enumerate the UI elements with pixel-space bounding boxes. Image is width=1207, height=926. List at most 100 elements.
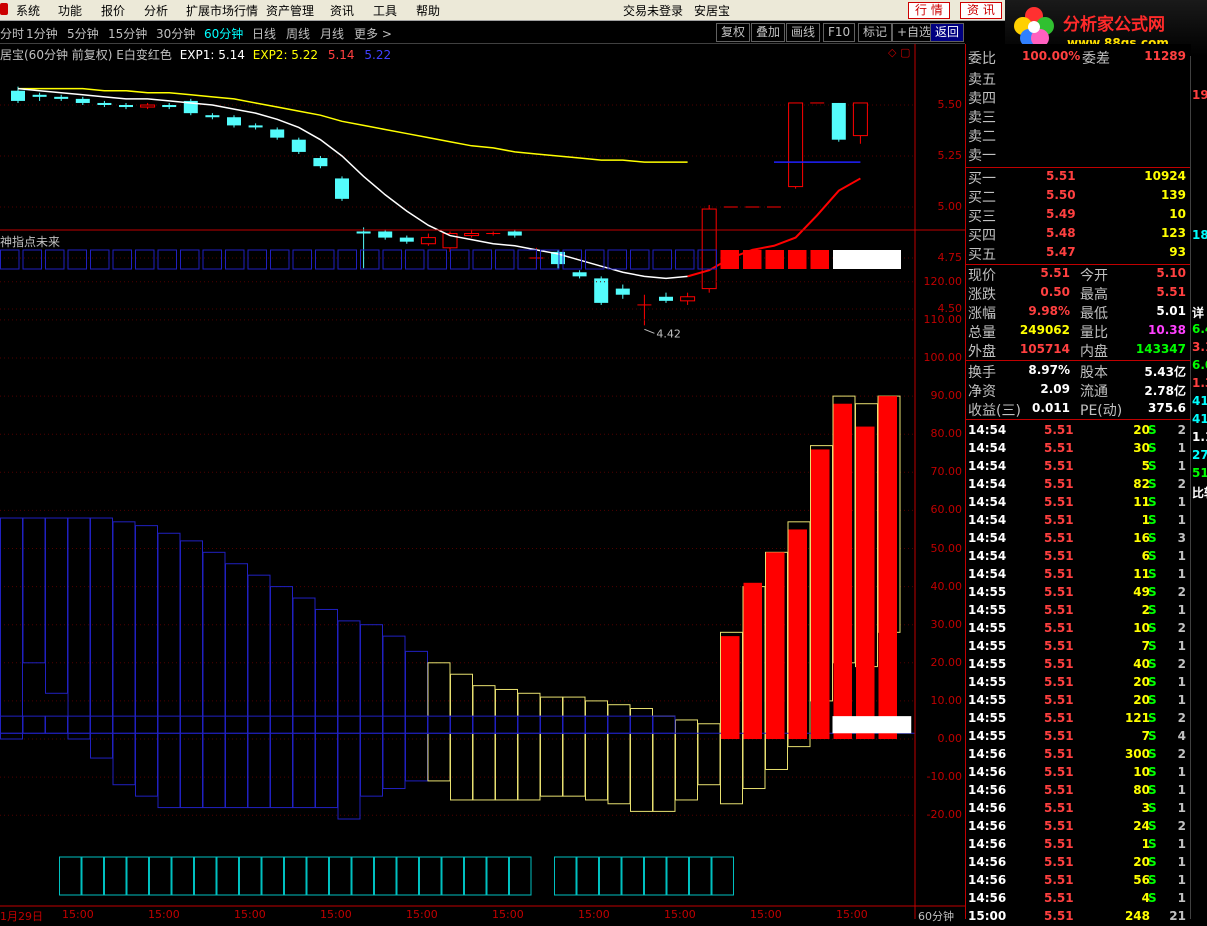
bottom-signal-box — [689, 856, 712, 896]
adjust-button[interactable]: 复权 — [716, 23, 751, 42]
news-button[interactable]: 资 讯 — [960, 2, 1002, 19]
candle-body-down — [659, 296, 673, 301]
tick-side: S — [1148, 531, 1157, 545]
tick-side: S — [1148, 783, 1157, 797]
bottom-signal-box — [396, 856, 419, 896]
stat-value: 5.51 — [1156, 285, 1186, 299]
commission-diff-value: 11289 — [1144, 49, 1186, 63]
bottom-signal-box — [599, 856, 622, 896]
candle-body-down — [162, 105, 177, 108]
tick-side: S — [1148, 657, 1157, 671]
tick-count: 1 — [1177, 567, 1186, 581]
commission-ratio-value: 100.00% — [1022, 49, 1081, 63]
stat-row: 现价 5.51 今开 5.10 — [968, 265, 1188, 284]
zero-band-cell — [652, 715, 676, 734]
tick-price: 5.51 — [1044, 909, 1074, 923]
tick-price: 5.51 — [1044, 783, 1074, 797]
indicator-axis-label: 70.00 — [930, 465, 963, 479]
tick-row: 14:55 5.51 10 S 2 — [968, 620, 1188, 638]
bid-price: 5.51 — [1046, 169, 1076, 183]
menu-system[interactable]: 系统 — [16, 2, 40, 19]
period-30min[interactable]: 30分钟 — [156, 25, 195, 42]
overlay-button[interactable]: 叠加 — [751, 23, 786, 42]
menu-asset-management[interactable]: 资产管理 — [266, 2, 314, 19]
tick-price: 5.51 — [1044, 621, 1074, 635]
menu-tools[interactable]: 工具 — [373, 2, 397, 19]
period-5min[interactable]: 5分钟 — [67, 25, 99, 42]
tick-count: 3 — [1177, 531, 1186, 545]
menu-function[interactable]: 功能 — [58, 2, 82, 19]
signal-cell-off — [292, 249, 312, 270]
mark-button[interactable]: 标记 — [858, 23, 893, 42]
bid-volume: 10 — [1169, 207, 1186, 221]
period-day[interactable]: 日线 — [252, 25, 276, 42]
period-week[interactable]: 周线 — [286, 25, 310, 42]
period-timeshare[interactable]: 分时 — [0, 25, 24, 42]
menu-analysis[interactable]: 分析 — [144, 2, 168, 19]
tick-time: 15:00 — [968, 909, 1007, 923]
indicator-outline-bar — [292, 597, 316, 809]
draw-line-button[interactable]: 画线 — [786, 23, 821, 42]
signal-cell-off — [630, 249, 650, 270]
trade-login-status[interactable]: 交易未登录 — [623, 2, 683, 19]
tick-time: 14:56 — [968, 891, 1007, 905]
menu-news[interactable]: 资讯 — [330, 2, 354, 19]
tick-price: 5.51 — [1044, 459, 1074, 473]
app-icon[interactable] — [0, 3, 8, 15]
tick-time: 14:55 — [968, 693, 1007, 707]
indicator-outline-bar — [652, 715, 676, 812]
tick-time: 14:55 — [968, 729, 1007, 743]
zero-band-cell — [495, 715, 518, 734]
period-60min[interactable]: 60分钟 — [204, 25, 243, 42]
menu-extended-market[interactable]: 扩展市场行情 — [186, 2, 258, 19]
indicator-outline-bar — [472, 685, 496, 801]
bid-price: 5.47 — [1046, 245, 1076, 259]
tick-count: 2 — [1177, 747, 1186, 761]
period-more[interactable]: 更多 > — [354, 25, 392, 42]
stat-label: 总量 — [968, 325, 996, 341]
market-button[interactable]: 行 情 — [908, 2, 950, 19]
menu-quote[interactable]: 报价 — [101, 2, 125, 19]
tick-row: 14:54 5.51 30 S 1 — [968, 440, 1188, 458]
indicator-red-bar — [743, 582, 762, 739]
tick-time: 14:54 — [968, 459, 1007, 473]
tick-row: 14:54 5.51 16 S 3 — [968, 530, 1188, 548]
bottom-signal-box — [284, 856, 307, 896]
period-15min[interactable]: 15分钟 — [108, 25, 147, 42]
tick-row: 14:56 5.51 300 S 2 — [968, 746, 1188, 764]
tick-price: 5.51 — [1044, 549, 1074, 563]
indicator-axis-label: 0.00 — [937, 732, 963, 745]
tick-side: S — [1148, 747, 1157, 761]
side-panel-text: 3.1 — [1192, 340, 1207, 354]
price-axis-label: 5.50 — [937, 98, 963, 111]
signal-cell-off — [675, 249, 695, 270]
tick-row: 14:55 5.51 121 S 2 — [968, 710, 1188, 728]
signal-cell-on — [765, 250, 784, 269]
tick-price: 5.51 — [1044, 639, 1074, 653]
menu-help[interactable]: 帮助 — [416, 2, 440, 19]
candle-body-down — [75, 98, 90, 103]
tick-price: 5.51 — [1044, 729, 1074, 743]
stat-value: 5.51 — [1040, 266, 1070, 280]
back-button[interactable]: 返回 — [930, 23, 965, 42]
tick-row: 14:54 5.51 82 S 2 — [968, 476, 1188, 494]
signal-cell-off — [225, 249, 245, 270]
bottom-signal-box — [104, 856, 127, 896]
zero-band-cell — [0, 715, 23, 734]
tick-count: 1 — [1177, 783, 1186, 797]
period-month[interactable]: 月线 — [320, 25, 344, 42]
signal-cell-off — [22, 249, 42, 270]
tick-side: S — [1148, 837, 1157, 851]
tick-row: 14:54 5.51 11 S 1 — [968, 566, 1188, 584]
bottom-signal-box — [126, 856, 149, 896]
candle-body-down — [270, 129, 285, 138]
period-1min[interactable]: 1分钟 — [26, 25, 58, 42]
bid-volume: 123 — [1160, 226, 1186, 240]
period-badge[interactable]: 60分钟 — [918, 908, 954, 924]
tick-count: 2 — [1177, 819, 1186, 833]
tick-time: 14:54 — [968, 567, 1007, 581]
zero-band-cell — [180, 715, 203, 734]
tick-count: 1 — [1177, 891, 1186, 905]
f10-button[interactable]: F10 — [823, 23, 856, 42]
tick-side: S — [1148, 639, 1157, 653]
